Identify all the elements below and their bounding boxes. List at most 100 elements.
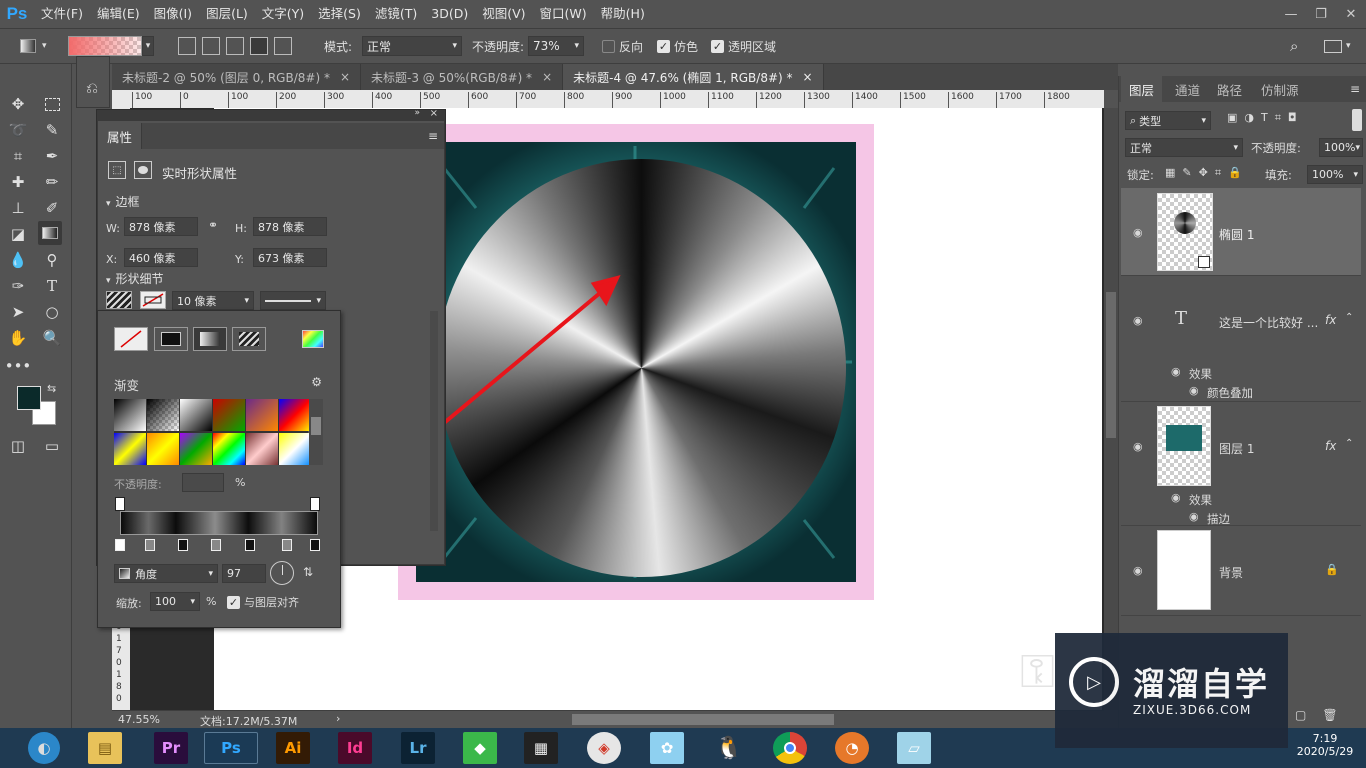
gradient-tool-icon[interactable]: ▾ bbox=[20, 29, 47, 63]
mode-select[interactable]: 正常 ▾ bbox=[362, 36, 462, 56]
width-field[interactable]: 878 像素 bbox=[124, 217, 198, 236]
color-stop[interactable] bbox=[145, 539, 155, 551]
angle-field[interactable]: 97 bbox=[222, 564, 266, 583]
panel-scrollbar[interactable] bbox=[430, 311, 438, 531]
gradient-preset[interactable] bbox=[246, 399, 278, 431]
tab-doc-2[interactable]: 未标题-2 @ 50% (图层 0, RGB/8#) * × bbox=[112, 64, 362, 90]
eye-icon[interactable]: ◉ bbox=[1189, 384, 1199, 397]
menu-item-7[interactable]: 3D(D) bbox=[424, 0, 475, 28]
hand-tool-icon[interactable]: ✋ bbox=[6, 326, 30, 350]
brush-tool-icon[interactable]: ✏ bbox=[40, 170, 64, 194]
collapse-icon[interactable]: » bbox=[414, 108, 420, 118]
photoshop-icon[interactable]: Ps bbox=[204, 732, 258, 764]
type-tool-icon[interactable]: T bbox=[40, 274, 64, 298]
healing-tool-icon[interactable]: ✚ bbox=[6, 170, 30, 194]
lock-icons[interactable]: ▦✎✥⌗🔒 bbox=[1165, 166, 1249, 180]
gradient-preset[interactable] bbox=[147, 432, 179, 465]
gradient-bar[interactable] bbox=[120, 511, 318, 535]
solid-fill-button[interactable] bbox=[154, 327, 188, 351]
link-icon[interactable]: ⚭ bbox=[208, 218, 218, 232]
file-explorer-icon[interactable]: ▤ bbox=[88, 732, 122, 764]
color-stop[interactable] bbox=[245, 539, 255, 551]
zoom-level[interactable]: 47.55% bbox=[118, 713, 160, 726]
gradient-preset[interactable] bbox=[180, 432, 212, 465]
radial-gradient-icon[interactable] bbox=[202, 37, 220, 55]
dodge-tool-icon[interactable]: ⚲ bbox=[40, 248, 64, 272]
menu-item-4[interactable]: 文字(Y) bbox=[255, 0, 311, 28]
gradient-preset[interactable] bbox=[279, 399, 311, 431]
no-fill-button[interactable] bbox=[114, 327, 148, 351]
scale-field[interactable]: 100 ▾ bbox=[150, 592, 200, 611]
menu-item-9[interactable]: 窗口(W) bbox=[533, 0, 594, 28]
panel-menu-icon[interactable]: ≡ bbox=[1350, 82, 1360, 96]
chat-app-icon[interactable]: ✿ bbox=[650, 732, 684, 764]
opacity-stop-left[interactable] bbox=[115, 497, 125, 511]
eye-icon[interactable]: ◉ bbox=[1133, 440, 1143, 453]
fx-icon[interactable]: fx bbox=[1325, 439, 1336, 453]
player-icon[interactable]: ◔ bbox=[835, 732, 869, 764]
pen-tool-icon[interactable]: ✑ bbox=[6, 274, 30, 298]
dither-checkbox[interactable]: ✓ bbox=[657, 39, 670, 53]
more-tools-icon[interactable]: ••• bbox=[5, 354, 32, 378]
tab-paths[interactable]: 路径 bbox=[1209, 76, 1250, 102]
eye-icon[interactable]: ◉ bbox=[1133, 314, 1143, 327]
gradient-tool-button[interactable] bbox=[38, 221, 62, 245]
history-brush-tool-icon[interactable]: ✐ bbox=[40, 196, 64, 220]
lightroom-icon[interactable]: Lr bbox=[401, 732, 435, 764]
restore-button[interactable]: ❐ bbox=[1306, 0, 1336, 28]
opacity-field[interactable]: 73% ▾ bbox=[528, 36, 584, 56]
qq-icon[interactable]: 🐧 bbox=[712, 732, 746, 764]
search-icon[interactable]: ⌕ bbox=[1290, 29, 1298, 63]
indesign-icon[interactable]: Id bbox=[338, 732, 372, 764]
stroke-swatch[interactable] bbox=[140, 291, 166, 309]
layer-filter-select[interactable]: ⌕ 类型 ▾ bbox=[1125, 111, 1211, 130]
tab-properties[interactable]: 属性 bbox=[98, 123, 142, 149]
quick-mask-icon[interactable]: ◫ bbox=[6, 434, 30, 458]
filter-toggle[interactable] bbox=[1352, 109, 1362, 131]
menu-item-2[interactable]: 图像(I) bbox=[147, 0, 199, 28]
color-stop[interactable] bbox=[310, 539, 320, 551]
gradient-preset[interactable] bbox=[213, 432, 245, 465]
swap-colors-icon[interactable]: ⇆ bbox=[47, 382, 56, 395]
layer-row-ellipse[interactable]: ◉ 椭圆 1 bbox=[1121, 188, 1361, 276]
quick-select-tool-icon[interactable]: ✎ bbox=[40, 118, 64, 142]
diamond-gradient-icon[interactable] bbox=[274, 37, 292, 55]
menu-item-6[interactable]: 滤镜(T) bbox=[368, 0, 424, 28]
illustrator-icon[interactable]: Ai bbox=[276, 732, 310, 764]
color-stop[interactable] bbox=[211, 539, 221, 551]
gradient-preset[interactable] bbox=[114, 399, 146, 431]
move-tool-icon[interactable]: ✥ bbox=[6, 92, 30, 116]
align-checkbox[interactable]: ✓ bbox=[227, 595, 240, 609]
opacity-stop-right[interactable] bbox=[310, 497, 320, 511]
chevron-up-icon[interactable]: ⌃ bbox=[1345, 312, 1353, 323]
gradient-preset[interactable] bbox=[246, 432, 278, 465]
color-stop[interactable] bbox=[115, 539, 125, 551]
color-picker-icon[interactable] bbox=[302, 330, 324, 348]
foreground-color-swatch[interactable] bbox=[17, 386, 41, 410]
panel-menu-icon[interactable]: ≡ bbox=[428, 129, 438, 143]
close-button[interactable]: ✕ bbox=[1336, 0, 1366, 28]
menu-item-3[interactable]: 图层(L) bbox=[199, 0, 255, 28]
bounds-section[interactable]: ▾ 边框 bbox=[106, 193, 140, 210]
blend-mode-select[interactable]: 正常 ▾ bbox=[1125, 138, 1243, 157]
canvas-v-scrollbar[interactable] bbox=[1104, 108, 1118, 710]
gradient-preset[interactable] bbox=[213, 399, 245, 431]
layer-actions[interactable]: ▢🗑 bbox=[1295, 708, 1354, 722]
linear-gradient-icon[interactable] bbox=[178, 37, 196, 55]
history-panel-icon[interactable]: ⎌ bbox=[86, 79, 98, 97]
fx-icon[interactable]: fx bbox=[1325, 313, 1336, 327]
align-to-layer[interactable]: ✓ 与图层对齐 bbox=[227, 594, 299, 610]
close-icon[interactable]: × bbox=[340, 70, 350, 84]
blur-tool-icon[interactable]: 💧 bbox=[6, 248, 30, 272]
video-editor-icon[interactable]: ▦ bbox=[524, 732, 558, 764]
chevron-up-icon[interactable]: ⌃ bbox=[1345, 438, 1353, 449]
browser-icon[interactable]: ◐ bbox=[28, 732, 60, 764]
filter-icons[interactable]: ▣◑T⌗◘ bbox=[1227, 111, 1304, 125]
stroke-style-select[interactable]: ▾ bbox=[260, 291, 326, 310]
menu-item-10[interactable]: 帮助(H) bbox=[594, 0, 652, 28]
chrome-icon[interactable] bbox=[773, 732, 807, 764]
zoom-tool-icon[interactable]: 🔍 bbox=[40, 326, 64, 350]
stamp-tool-icon[interactable]: ⊥ bbox=[6, 196, 30, 220]
gradient-style-select[interactable]: 角度 ▾ bbox=[114, 564, 218, 583]
x-field[interactable]: 460 像素 bbox=[124, 248, 198, 267]
